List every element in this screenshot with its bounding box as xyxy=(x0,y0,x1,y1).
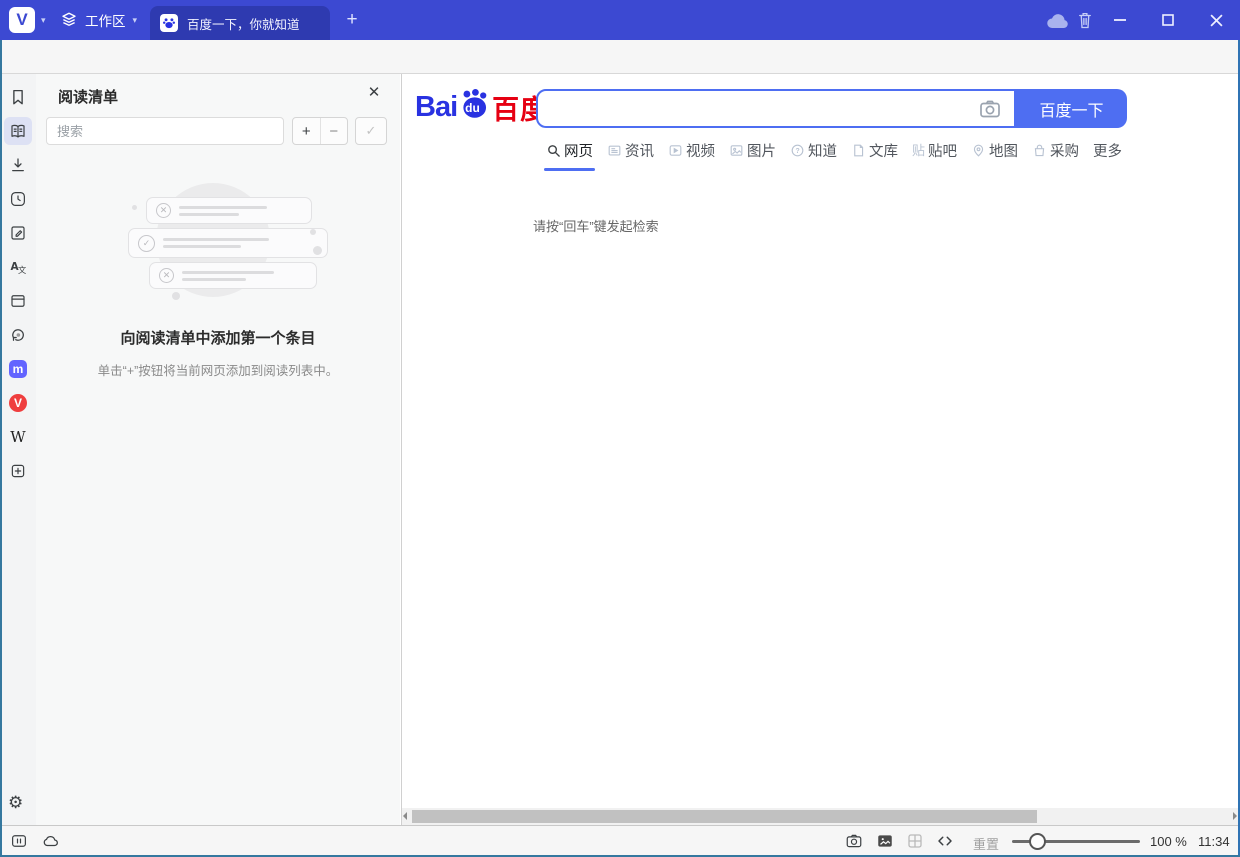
scroll-left-arrow-icon[interactable] xyxy=(403,812,407,820)
camera-search-icon[interactable] xyxy=(978,97,1002,121)
bookmarks-panel-icon[interactable] xyxy=(9,88,27,106)
panel-sidebar: A文 m V W ⚙ xyxy=(0,74,36,825)
window-border-left xyxy=(0,40,2,857)
workspace-label: 工作区 xyxy=(85,10,126,30)
windows-panel-icon[interactable] xyxy=(9,292,27,310)
baidu-search-box[interactable] xyxy=(536,89,1016,128)
baidu-tab-webpages[interactable]: 网页 xyxy=(546,140,593,165)
shop-icon xyxy=(1032,143,1047,158)
baidu-tab-zhidao[interactable]: ? 知道 xyxy=(790,140,837,165)
svg-text:?: ? xyxy=(796,148,800,155)
workspace-button[interactable]: 工作区 ▾ xyxy=(60,7,137,33)
reading-list-add-remove-group: + − xyxy=(292,117,348,145)
capture-page-icon[interactable] xyxy=(845,832,863,850)
baidu-search-input[interactable] xyxy=(538,100,978,118)
question-icon: ? xyxy=(790,143,805,158)
titlebar: V ▾ 工作区 ▾ 百度一下，你就知道 + xyxy=(0,0,1240,40)
vivaldi-menu-button[interactable]: V xyxy=(9,7,35,33)
workspace-caret-icon: ▾ xyxy=(133,16,138,25)
minimize-button[interactable] xyxy=(1108,0,1132,40)
workspace-layers-icon xyxy=(60,11,78,29)
scroll-right-arrow-icon[interactable] xyxy=(1233,812,1237,820)
vivaldi-menu-caret-icon: ▾ xyxy=(41,16,46,25)
page-actions-code-icon[interactable] xyxy=(936,832,954,850)
close-window-button[interactable] xyxy=(1204,0,1228,40)
x-circle-icon: ✕ xyxy=(159,268,174,283)
add-reading-item-button[interactable]: + xyxy=(293,118,320,144)
baidu-tab-caigou[interactable]: 采购 xyxy=(1032,140,1079,165)
baidu-nav-tabs: 网页 资讯 视频 图片 ? 知道 文库 贴 贴吧 地图 xyxy=(546,140,1122,165)
remove-reading-item-button[interactable]: − xyxy=(320,118,348,144)
illustration-card: ✕ xyxy=(146,197,312,224)
webpage-baidu: Bai du 百度 百度一下 网页 资讯 视频 图片 ? 知道 xyxy=(401,74,1238,808)
baidu-logo: Bai du 百度 xyxy=(415,88,548,127)
illustration-card: ✓ xyxy=(128,228,328,258)
new-tab-button[interactable]: + xyxy=(340,7,364,33)
baidu-search-button[interactable]: 百度一下 xyxy=(1016,89,1127,128)
statusbar-sync-cloud-icon[interactable] xyxy=(42,832,60,850)
clock-time: 11:34 xyxy=(1198,834,1230,849)
baidu-tab-news[interactable]: 资讯 xyxy=(607,140,654,165)
baidu-tab-tieba[interactable]: 贴 贴吧 xyxy=(912,140,957,165)
baidu-logo-bai: Bai xyxy=(415,91,457,124)
zoom-slider-knob[interactable] xyxy=(1029,833,1046,850)
zoom-reset-button[interactable]: 重置 xyxy=(973,834,999,853)
page-horizontal-scrollbar[interactable] xyxy=(401,808,1238,825)
illustration-card: ✕ xyxy=(149,262,317,289)
check-circle-icon: ✓ xyxy=(138,235,155,252)
trash-icon[interactable] xyxy=(1076,10,1094,30)
maximize-button[interactable] xyxy=(1156,0,1180,40)
zoom-percentage: 100 % xyxy=(1150,834,1187,849)
baidu-tab-wenku[interactable]: 文库 xyxy=(851,140,898,165)
empty-state-title: 向阅读清单中添加第一个条目 xyxy=(36,327,400,348)
baidu-enter-hint: 请按“回车”键发起检索 xyxy=(533,216,659,235)
sync-cloud-icon[interactable] xyxy=(1046,13,1070,29)
baidu-logo-du: du xyxy=(465,101,480,115)
doc-icon xyxy=(851,143,866,158)
tieba-icon: 贴 xyxy=(912,144,925,157)
statusbar-panel-toggle-icon[interactable] xyxy=(10,832,28,850)
search-icon xyxy=(546,143,561,158)
baidu-paw-icon xyxy=(162,16,176,30)
add-web-panel-icon[interactable] xyxy=(9,462,27,480)
baidu-favicon xyxy=(160,14,178,32)
x-circle-icon: ✕ xyxy=(156,203,171,218)
image-icon xyxy=(729,143,744,158)
address-toolbar: ▾ ▾ xyxy=(0,40,1240,74)
status-bar: 重置 100 % 11:34 xyxy=(0,825,1240,855)
reading-list-panel-icon[interactable] xyxy=(9,122,27,140)
baidu-tab-map[interactable]: 地图 xyxy=(971,140,1018,165)
mastodon-glyph: m xyxy=(9,360,27,378)
downloads-panel-icon[interactable] xyxy=(9,156,27,174)
mastodon-web-panel-icon[interactable]: m xyxy=(9,360,27,378)
notes-panel-icon[interactable] xyxy=(9,224,27,242)
toggle-images-icon[interactable] xyxy=(876,832,894,850)
panel-settings-gear-icon[interactable]: ⚙ xyxy=(8,794,23,811)
sessions-panel-icon[interactable] xyxy=(9,326,27,344)
reading-list-search-input[interactable] xyxy=(46,117,284,145)
browser-tab-active[interactable]: 百度一下，你就知道 xyxy=(150,6,330,40)
mark-read-button[interactable]: ✓ xyxy=(355,117,387,145)
tab-title: 百度一下，你就知道 xyxy=(187,14,300,33)
scrollbar-thumb[interactable] xyxy=(412,810,1037,823)
baidu-tab-images[interactable]: 图片 xyxy=(729,140,776,165)
empty-state-subtitle: 单击“+”按钮将当前网页添加到阅读列表中。 xyxy=(36,360,400,379)
map-pin-icon xyxy=(971,143,986,158)
svg-text:文: 文 xyxy=(18,265,26,275)
page-tiling-icon[interactable] xyxy=(906,832,924,850)
wikipedia-web-panel-icon[interactable]: W xyxy=(9,428,27,446)
baidu-tab-more[interactable]: 更多 xyxy=(1093,140,1122,165)
reading-list-panel: 阅读清单 ✕ + − ✓ ✕ ✓ ✕ 向阅读清单中添加第一个条目 单击“+”按钮… xyxy=(36,74,400,825)
panel-title: 阅读清单 xyxy=(58,86,118,107)
baidu-logo-paw-icon: du xyxy=(457,87,491,121)
baidu-tab-video[interactable]: 视频 xyxy=(668,140,715,165)
translate-panel-icon[interactable]: A文 xyxy=(9,258,27,276)
history-panel-icon[interactable] xyxy=(9,190,27,208)
news-icon xyxy=(607,143,622,158)
panel-close-button[interactable]: ✕ xyxy=(364,83,384,103)
video-icon xyxy=(668,143,683,158)
vivaldi-social-web-panel-icon[interactable]: V xyxy=(9,394,27,412)
